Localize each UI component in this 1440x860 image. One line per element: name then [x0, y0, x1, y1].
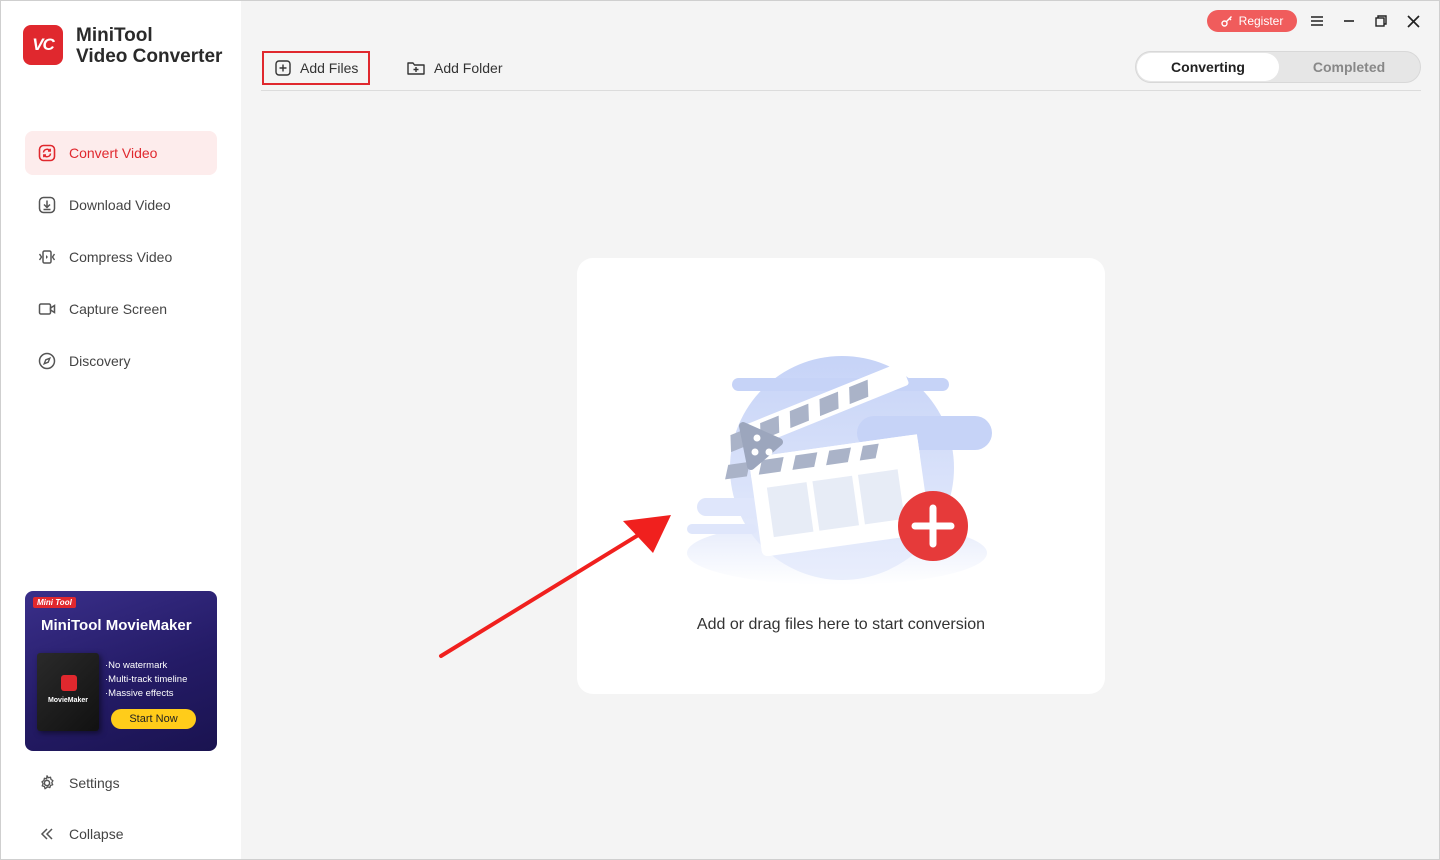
promo-tag: Mini Tool — [33, 597, 76, 608]
register-button[interactable]: Register — [1207, 10, 1297, 32]
double-chevron-left-icon — [37, 826, 57, 842]
brand-line-2: Video Converter — [76, 46, 223, 67]
moviemaker-badge-icon — [61, 675, 77, 691]
add-files-button[interactable]: Add Files — [262, 51, 370, 85]
promo-feature: ·Multi-track timeline — [105, 674, 188, 685]
add-folder-label: Add Folder — [434, 60, 503, 76]
promo-feature: ·Massive effects — [105, 688, 174, 699]
sidebar-item-label: Compress Video — [69, 249, 173, 265]
menu-button[interactable] — [1308, 11, 1326, 31]
sidebar-item-label: Convert Video — [69, 145, 158, 161]
moviemaker-promo-banner[interactable]: Mini Tool MiniTool MovieMaker MovieMaker… — [25, 591, 217, 751]
convert-icon — [37, 143, 57, 163]
clapperboard-illustration — [687, 356, 992, 585]
gear-icon — [37, 774, 57, 792]
add-files-label: Add Files — [300, 60, 359, 76]
app-logo: VC — [23, 25, 63, 65]
compass-icon — [37, 351, 57, 371]
sidebar-item-label: Capture Screen — [69, 301, 168, 317]
minimize-icon — [1344, 20, 1354, 22]
restore-button[interactable] — [1372, 11, 1390, 31]
status-tabs: Converting Completed — [1135, 51, 1421, 83]
plus-square-icon — [275, 60, 291, 76]
folder-plus-icon — [407, 60, 425, 76]
app-brand: MiniTool Video Converter — [76, 25, 222, 67]
settings-button[interactable]: Settings — [37, 774, 120, 792]
brand-line-1: MiniTool — [76, 25, 153, 46]
annotation-arrow — [439, 515, 671, 658]
sidebar-item-label: Download Video — [69, 197, 171, 213]
logo-text: VC — [32, 35, 55, 54]
key-icon — [1220, 15, 1233, 27]
settings-label: Settings — [69, 775, 120, 791]
moviemaker-box-image: MovieMaker — [37, 653, 99, 731]
sidebar-nav: Convert Video Download Video Compress Vi… — [25, 131, 217, 391]
sidebar-item-convert-video[interactable]: Convert Video — [25, 131, 217, 175]
app-window: VC MiniTool Video Converter Convert Vide… — [0, 0, 1440, 860]
register-label: Register — [1238, 14, 1284, 28]
sidebar: VC MiniTool Video Converter Convert Vide… — [1, 1, 241, 859]
collapse-label: Collapse — [69, 826, 124, 842]
compress-icon — [37, 247, 57, 267]
sidebar-item-compress-video[interactable]: Compress Video — [25, 235, 217, 279]
sidebar-item-label: Discovery — [69, 353, 131, 369]
add-folder-button[interactable]: Add Folder — [407, 51, 502, 85]
promo-feature: ·No watermark — [105, 660, 168, 671]
promo-title: MiniTool MovieMaker — [41, 617, 192, 634]
collapse-button[interactable]: Collapse — [37, 826, 123, 842]
minimize-button[interactable] — [1340, 11, 1358, 31]
promo-feature-list: ·No watermark ·Multi-track timeline ·Mas… — [105, 659, 187, 701]
start-now-button[interactable]: Start Now — [111, 709, 196, 729]
close-button[interactable] — [1404, 11, 1422, 31]
tab-completed[interactable]: Completed — [1278, 53, 1420, 81]
close-icon — [1406, 14, 1420, 28]
promo-box-label: MovieMaker — [47, 697, 89, 704]
restore-icon — [1375, 15, 1387, 27]
hamburger-icon — [1311, 16, 1323, 26]
sidebar-item-capture-screen[interactable]: Capture Screen — [25, 287, 217, 331]
download-icon — [37, 195, 57, 215]
camera-icon — [37, 299, 57, 319]
sidebar-item-discovery[interactable]: Discovery — [25, 339, 217, 383]
tab-converting[interactable]: Converting — [1137, 53, 1279, 81]
sidebar-item-download-video[interactable]: Download Video — [25, 183, 217, 227]
